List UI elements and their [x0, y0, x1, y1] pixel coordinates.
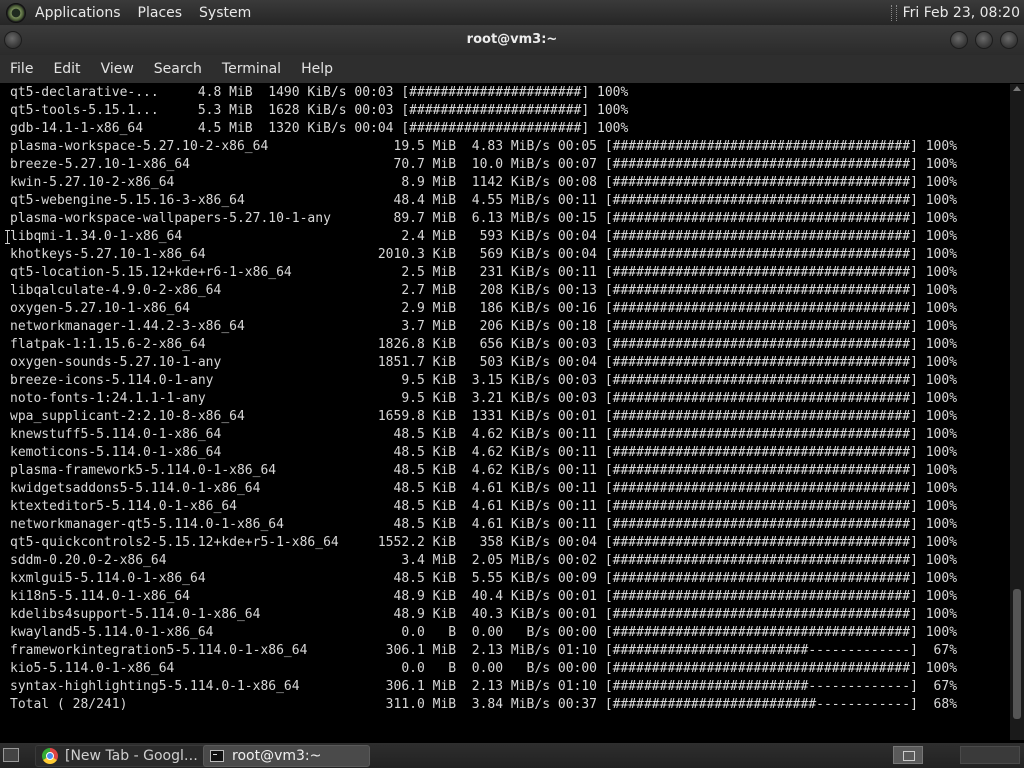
terminal-line: libqmi-1.34.0-1-x86_64 2.4 MiB 593 KiB/s… — [10, 229, 958, 244]
terminal-line: breeze-icons-5.114.0-1-any 9.5 KiB 3.15 … — [10, 373, 958, 388]
close-button[interactable] — [1000, 31, 1018, 49]
terminal-line: plasma-workspace-5.27.10-2-x86_64 19.5 M… — [10, 139, 958, 154]
terminal-line: ki18n5-5.114.0-1-x86_64 48.9 KiB 40.4 Ki… — [10, 589, 958, 604]
terminal-line: syntax-highlighting5-5.114.0-1-x86_64 30… — [10, 679, 958, 694]
panel-grip-icon[interactable] — [890, 4, 897, 21]
terminal-line: breeze-5.27.10-1-x86_64 70.7 MiB 10.0 Mi… — [10, 157, 958, 172]
menu-file[interactable]: File — [0, 61, 43, 77]
taskbar-item-label: root@vm3:~ — [232, 748, 322, 764]
taskbar-item-chrome[interactable]: [New Tab - Google ... — [35, 745, 209, 767]
terminal-line: kwin-5.27.10-2-x86_64 8.9 MiB 1142 KiB/s… — [10, 175, 958, 190]
show-desktop-icon[interactable] — [3, 748, 19, 762]
scroll-up-arrow-icon[interactable] — [1013, 86, 1021, 91]
terminal-line: gdb-14.1-1-x86_64 4.5 MiB 1320 KiB/s 00:… — [10, 121, 629, 136]
taskbar-item-label: [New Tab - Google ... — [65, 748, 202, 764]
terminal-line: libqalculate-4.9.0-2-x86_64 2.7 MiB 208 … — [10, 283, 958, 298]
terminal-window: root@vm3:~ File Edit View Search Termina… — [0, 25, 1024, 743]
panel-menus: Applications Places System — [6, 0, 268, 25]
terminal-output[interactable]: qt5-declarative-... 4.8 MiB 1490 KiB/s 0… — [0, 84, 1010, 740]
terminal-line: kxmlgui5-5.114.0-1-x86_64 48.5 KiB 5.55 … — [10, 571, 958, 586]
terminal-line: qt5-location-5.15.12+kde+r6-1-x86_64 2.5… — [10, 265, 958, 280]
minimize-button[interactable] — [950, 31, 968, 49]
terminal-icon — [210, 750, 224, 762]
terminal-line: qt5-declarative-... 4.8 MiB 1490 KiB/s 0… — [10, 85, 629, 100]
terminal-line: Total ( 28/241) 311.0 MiB 3.84 MiB/s 00:… — [10, 697, 958, 712]
terminal-line: khotkeys-5.27.10-1-x86_64 2010.3 KiB 569… — [10, 247, 958, 262]
menu-applications[interactable]: Applications — [35, 5, 121, 21]
terminal-line: knewstuff5-5.114.0-1-x86_64 48.5 KiB 4.6… — [10, 427, 958, 442]
terminal-line: oxygen-5.27.10-1-x86_64 2.9 MiB 186 KiB/… — [10, 301, 958, 316]
window-title: root@vm3:~ — [466, 32, 558, 47]
menu-help[interactable]: Help — [291, 61, 343, 77]
terminal-line: kwidgetsaddons5-5.114.0-1-x86_64 48.5 Ki… — [10, 481, 958, 496]
terminal-line: plasma-framework5-5.114.0-1-x86_64 48.5 … — [10, 463, 958, 478]
workspace-switcher-2[interactable] — [960, 746, 1020, 764]
chrome-icon — [42, 748, 58, 764]
clock[interactable]: Fri Feb 23, 08:20 — [903, 5, 1020, 21]
menu-search[interactable]: Search — [144, 61, 212, 77]
terminal-line: kemoticons-5.114.0-1-x86_64 48.5 KiB 4.6… — [10, 445, 958, 460]
menu-edit[interactable]: Edit — [43, 61, 90, 77]
terminal-line: kio5-5.114.0-1-x86_64 0.0 B 0.00 B/s 00:… — [10, 661, 958, 676]
menu-places[interactable]: Places — [138, 5, 183, 21]
terminal-line: kwayland5-5.114.0-1-x86_64 0.0 B 0.00 B/… — [10, 625, 958, 640]
terminal-line: qt5-quickcontrols2-5.15.12+kde+r5-1-x86_… — [10, 535, 958, 550]
menu-terminal[interactable]: Terminal — [212, 61, 291, 77]
distro-logo-icon[interactable] — [6, 2, 26, 23]
terminal-line: networkmanager-qt5-5.114.0-1-x86_64 48.5… — [10, 517, 958, 532]
terminal-line: plasma-workspace-wallpapers-5.27.10-1-an… — [10, 211, 958, 226]
workspace-switcher-1[interactable] — [893, 746, 923, 764]
maximize-button[interactable] — [975, 31, 993, 49]
menu-system[interactable]: System — [199, 5, 251, 21]
terminal-line: oxygen-sounds-5.27.10-1-any 1851.7 KiB 5… — [10, 355, 958, 370]
terminal-line: kdelibs4support-5.114.0-1-x86_64 48.9 Ki… — [10, 607, 958, 622]
scrollbar-thumb[interactable] — [1013, 589, 1021, 719]
panel-right: Fri Feb 23, 08:20 — [890, 0, 1020, 25]
terminal-line: flatpak-1:1.15.6-2-x86_64 1826.8 KiB 656… — [10, 337, 958, 352]
terminal-line: frameworkintegration5-5.114.0-1-x86_64 3… — [10, 643, 958, 658]
bottom-panel: [New Tab - Google ... root@vm3:~ — [0, 743, 1024, 768]
taskbar-item-terminal[interactable]: root@vm3:~ — [203, 745, 370, 767]
terminal-line: sddm-0.20.0-2-x86_64 3.4 MiB 2.05 MiB/s … — [10, 553, 958, 568]
terminal-line: wpa_supplicant-2:2.10-8-x86_64 1659.8 Ki… — [10, 409, 958, 424]
window-titlebar[interactable]: root@vm3:~ — [0, 25, 1024, 55]
terminal-line: networkmanager-1.44.2-3-x86_64 3.7 MiB 2… — [10, 319, 958, 334]
top-panel: Applications Places System Fri Feb 23, 0… — [0, 0, 1024, 25]
terminal-line: noto-fonts-1:24.1.1-1-any 9.5 KiB 3.21 K… — [10, 391, 958, 406]
terminal-scrollbar[interactable] — [1010, 84, 1024, 740]
terminal-line: qt5-tools-5.15.1... 5.3 MiB 1628 KiB/s 0… — [10, 103, 629, 118]
terminal-line: qt5-webengine-5.15.16-3-x86_64 48.4 MiB … — [10, 193, 958, 208]
terminal-line: ktexteditor5-5.114.0-1-x86_64 48.5 KiB 4… — [10, 499, 958, 514]
menu-view[interactable]: View — [91, 61, 144, 77]
text-cursor-icon — [5, 230, 10, 244]
window-menubar: File Edit View Search Terminal Help — [0, 55, 1024, 83]
